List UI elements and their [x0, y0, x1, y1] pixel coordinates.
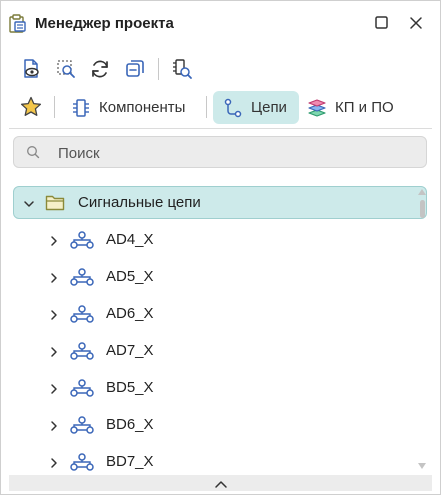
title-bar: Менеджер проекта: [1, 1, 440, 45]
chevron-right-icon[interactable]: [49, 271, 59, 283]
tree-item-label: BD5_X: [106, 379, 154, 396]
star-icon[interactable]: [19, 95, 43, 119]
chevron-right-icon[interactable]: [49, 456, 59, 468]
toolbar-separator: [158, 58, 159, 80]
layers-icon: [307, 98, 327, 118]
project-manager-icon: [9, 14, 27, 34]
search-input[interactable]: Поиск: [13, 136, 427, 168]
tree-item-label: AD5_X: [106, 268, 154, 285]
tree-item-label: AD6_X: [106, 305, 154, 322]
net-icon: [70, 378, 94, 398]
net-icon: [223, 98, 243, 118]
tree-item-label: AD7_X: [106, 342, 154, 359]
tree-root-signal-nets[interactable]: Сигнальные цепи: [13, 186, 427, 219]
tab-nets-label: Цепи: [251, 99, 287, 116]
component-icon: [71, 98, 91, 118]
tab-components[interactable]: Компоненты: [67, 91, 205, 124]
chevron-right-icon[interactable]: [49, 382, 59, 394]
net-icon: [70, 452, 94, 471]
tree-item[interactable]: AD6_X: [1, 299, 421, 329]
document-eye-icon[interactable]: [20, 57, 44, 81]
chevron-down-icon[interactable]: [23, 197, 35, 209]
select-search-icon[interactable]: [54, 57, 78, 81]
net-icon: [70, 415, 94, 435]
search-icon: [26, 145, 40, 159]
refresh-icon[interactable]: [88, 57, 112, 81]
component-search-icon[interactable]: [170, 57, 194, 81]
tree-item[interactable]: BD5_X: [1, 373, 421, 403]
net-tree: Сигнальные цепи AD4_X AD5_X AD6_X AD7_X …: [1, 181, 440, 471]
scrollbar-thumb[interactable]: [420, 200, 425, 218]
tree-item[interactable]: AD5_X: [1, 262, 421, 292]
scroll-up-icon[interactable]: [418, 182, 426, 200]
chevron-right-icon[interactable]: [49, 345, 59, 357]
net-icon: [70, 267, 94, 287]
net-icon: [70, 341, 94, 361]
chevron-right-icon[interactable]: [49, 308, 59, 320]
tab-components-label: Компоненты: [99, 99, 186, 116]
chevron-right-icon[interactable]: [49, 234, 59, 246]
maximize-icon[interactable]: [373, 14, 391, 32]
tab-kp[interactable]: КП и ПО: [307, 91, 417, 124]
window-title: Менеджер проекта: [35, 15, 174, 32]
tab-separator: [206, 96, 207, 118]
chevron-up-icon[interactable]: [214, 477, 228, 489]
toolbar: [1, 53, 440, 87]
close-icon[interactable]: [407, 14, 425, 32]
scroll-down-icon[interactable]: [418, 456, 426, 474]
tree-item-label: BD6_X: [106, 416, 154, 433]
tree-item-label: BD7_X: [106, 453, 154, 470]
tree-item[interactable]: AD7_X: [1, 336, 421, 366]
tree-item-label: AD4_X: [106, 231, 154, 248]
tab-separator: [54, 96, 55, 118]
folder-icon: [45, 194, 65, 211]
bottom-collapse-bar[interactable]: [9, 475, 432, 491]
chevron-right-icon[interactable]: [49, 419, 59, 431]
tree-item[interactable]: AD4_X: [1, 225, 421, 255]
tree-item[interactable]: BD7_X: [1, 447, 421, 471]
collapse-icon[interactable]: [123, 57, 147, 81]
tree-root-label: Сигнальные цепи: [78, 194, 201, 211]
tab-kp-label: КП и ПО: [335, 99, 394, 116]
project-manager-panel: Менеджер проекта Компоненты Цепи КП и ПО…: [0, 0, 441, 495]
tab-nets[interactable]: Цепи: [213, 91, 299, 124]
divider: [9, 128, 432, 129]
tab-bar: Компоненты Цепи КП и ПО: [1, 89, 440, 127]
net-icon: [70, 304, 94, 324]
net-icon: [70, 230, 94, 250]
search-placeholder: Поиск: [58, 145, 100, 162]
vertical-scrollbar[interactable]: [416, 182, 428, 469]
tree-item[interactable]: BD6_X: [1, 410, 421, 440]
